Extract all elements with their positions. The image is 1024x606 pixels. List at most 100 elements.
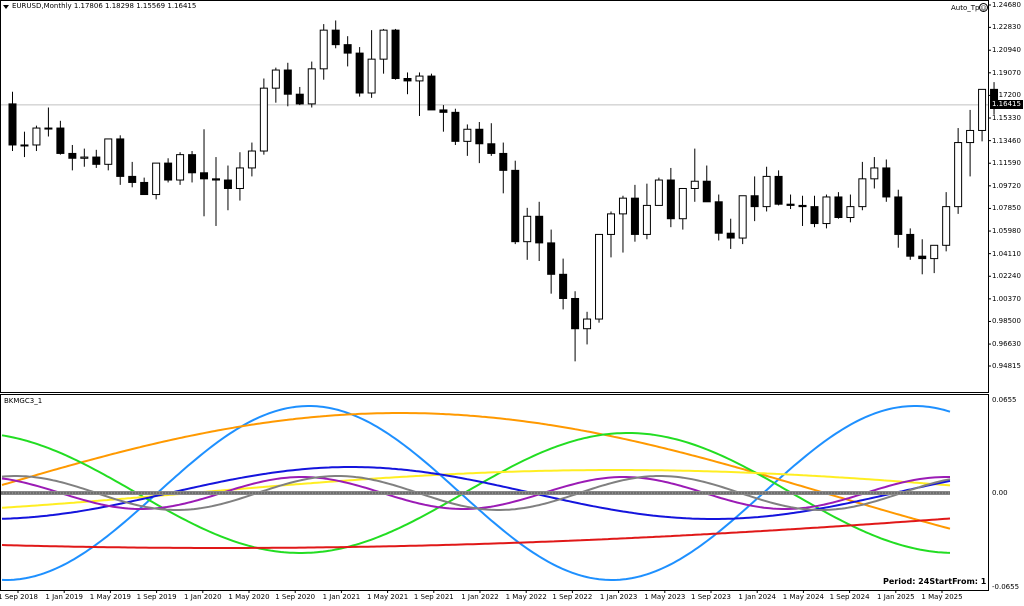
price-label: 1.22830 [992, 23, 1021, 32]
candle-body [20, 144, 29, 147]
candle-body [451, 111, 460, 142]
candle-body [918, 255, 927, 260]
candle-body [499, 152, 508, 171]
candle-body [894, 196, 903, 235]
candle-body [678, 187, 687, 220]
candle-body [762, 175, 771, 208]
candle-body [188, 154, 197, 174]
time-label: 1 Sep 2021 [413, 593, 454, 601]
chart-canvas[interactable] [0, 0, 1024, 606]
candle [595, 233, 604, 323]
candle-body [391, 29, 400, 79]
candle-body [8, 103, 17, 146]
time-label: 1 Sep 2018 [0, 593, 38, 601]
candle-body [259, 87, 268, 152]
candle-body [32, 127, 41, 146]
candle-body [271, 69, 280, 89]
candle-body [666, 179, 675, 220]
time-label: 1 Jan 2021 [322, 593, 361, 601]
candle [654, 177, 663, 206]
price-label: 1.19070 [992, 68, 1021, 77]
candle-body [439, 109, 448, 113]
smiley-icon[interactable]: ☺ [979, 3, 988, 12]
candle-body [726, 232, 735, 239]
time-label: 1 May 2020 [228, 593, 270, 601]
price-label: 1.02240 [992, 272, 1021, 281]
price-label: 0.98500 [992, 317, 1021, 326]
candle-body [750, 195, 759, 208]
candle-body [355, 52, 364, 94]
candle-body [80, 156, 89, 159]
candle [307, 61, 316, 108]
candle-body [966, 129, 975, 144]
candle-body [523, 215, 532, 243]
candle-body [942, 206, 951, 246]
candle-body [140, 181, 149, 196]
candle-body [930, 244, 939, 260]
candle-body [846, 206, 855, 219]
price-label: 1.07850 [992, 204, 1021, 213]
candle [427, 73, 436, 111]
candle-body [654, 179, 663, 206]
candle-body [68, 152, 77, 159]
current-price-label: 1.16415 [990, 100, 1023, 110]
candle-body [403, 77, 412, 82]
candle-body [978, 88, 987, 131]
time-label: 1 May 2021 [366, 593, 409, 601]
price-label: 0.94815 [992, 362, 1021, 370]
candle-body [954, 142, 963, 208]
time-label: 1 Jan 2022 [461, 593, 499, 601]
candle-body [128, 175, 137, 183]
candle-body [571, 297, 580, 330]
time-label: 1 May 2024 [782, 593, 824, 601]
time-label: 1 May 2022 [505, 593, 547, 601]
candle-body [367, 58, 376, 94]
candle-body [463, 128, 472, 142]
candle-body [475, 128, 484, 145]
price-label: 1.00370 [992, 294, 1021, 303]
time-label: 1 Sep 2024 [829, 593, 870, 601]
candle [822, 194, 831, 229]
candle-body [559, 273, 568, 299]
candle-body [283, 69, 292, 95]
candle-body [834, 196, 843, 219]
candle-body [714, 201, 723, 234]
candle-body [104, 138, 113, 165]
price-label: 1.15330 [992, 114, 1021, 123]
candle-body [152, 162, 161, 196]
candle-body [618, 197, 627, 215]
candle [714, 194, 723, 241]
price-label: 1.05980 [992, 227, 1021, 236]
indicator-scale-top: 0.0655 [992, 396, 1017, 404]
candle-body [906, 233, 915, 257]
candle-body [822, 196, 831, 225]
candle-body [56, 127, 65, 154]
candle-body [235, 167, 244, 189]
candle-body [223, 179, 232, 189]
candle-body [630, 197, 639, 235]
candle-body [116, 138, 125, 177]
candle-body [415, 75, 424, 82]
candle-body [247, 150, 256, 169]
time-label: 1 Jan 2019 [45, 593, 83, 601]
candle-body [738, 195, 747, 239]
indicator-name: BKMGC3_1 [4, 397, 43, 405]
candle-body [607, 213, 615, 235]
candle [176, 152, 185, 185]
candle-body [176, 154, 185, 181]
time-label: 1 Sep 2020 [275, 593, 316, 601]
candle [152, 162, 161, 200]
price-label: 1.24680 [992, 1, 1021, 9]
candle-body [774, 175, 783, 205]
price-label: 0.96630 [992, 340, 1021, 349]
candle-body [295, 93, 304, 105]
candle-body [810, 206, 819, 225]
price-label: 1.11590 [992, 159, 1021, 168]
candle-body [642, 204, 651, 235]
candle-body [92, 156, 101, 165]
candle-body [882, 167, 891, 198]
time-label: 1 May 2023 [644, 593, 686, 601]
price-label: 1.13460 [992, 136, 1021, 145]
candle-body [211, 178, 220, 181]
price-label: 1.17200 [992, 91, 1021, 100]
